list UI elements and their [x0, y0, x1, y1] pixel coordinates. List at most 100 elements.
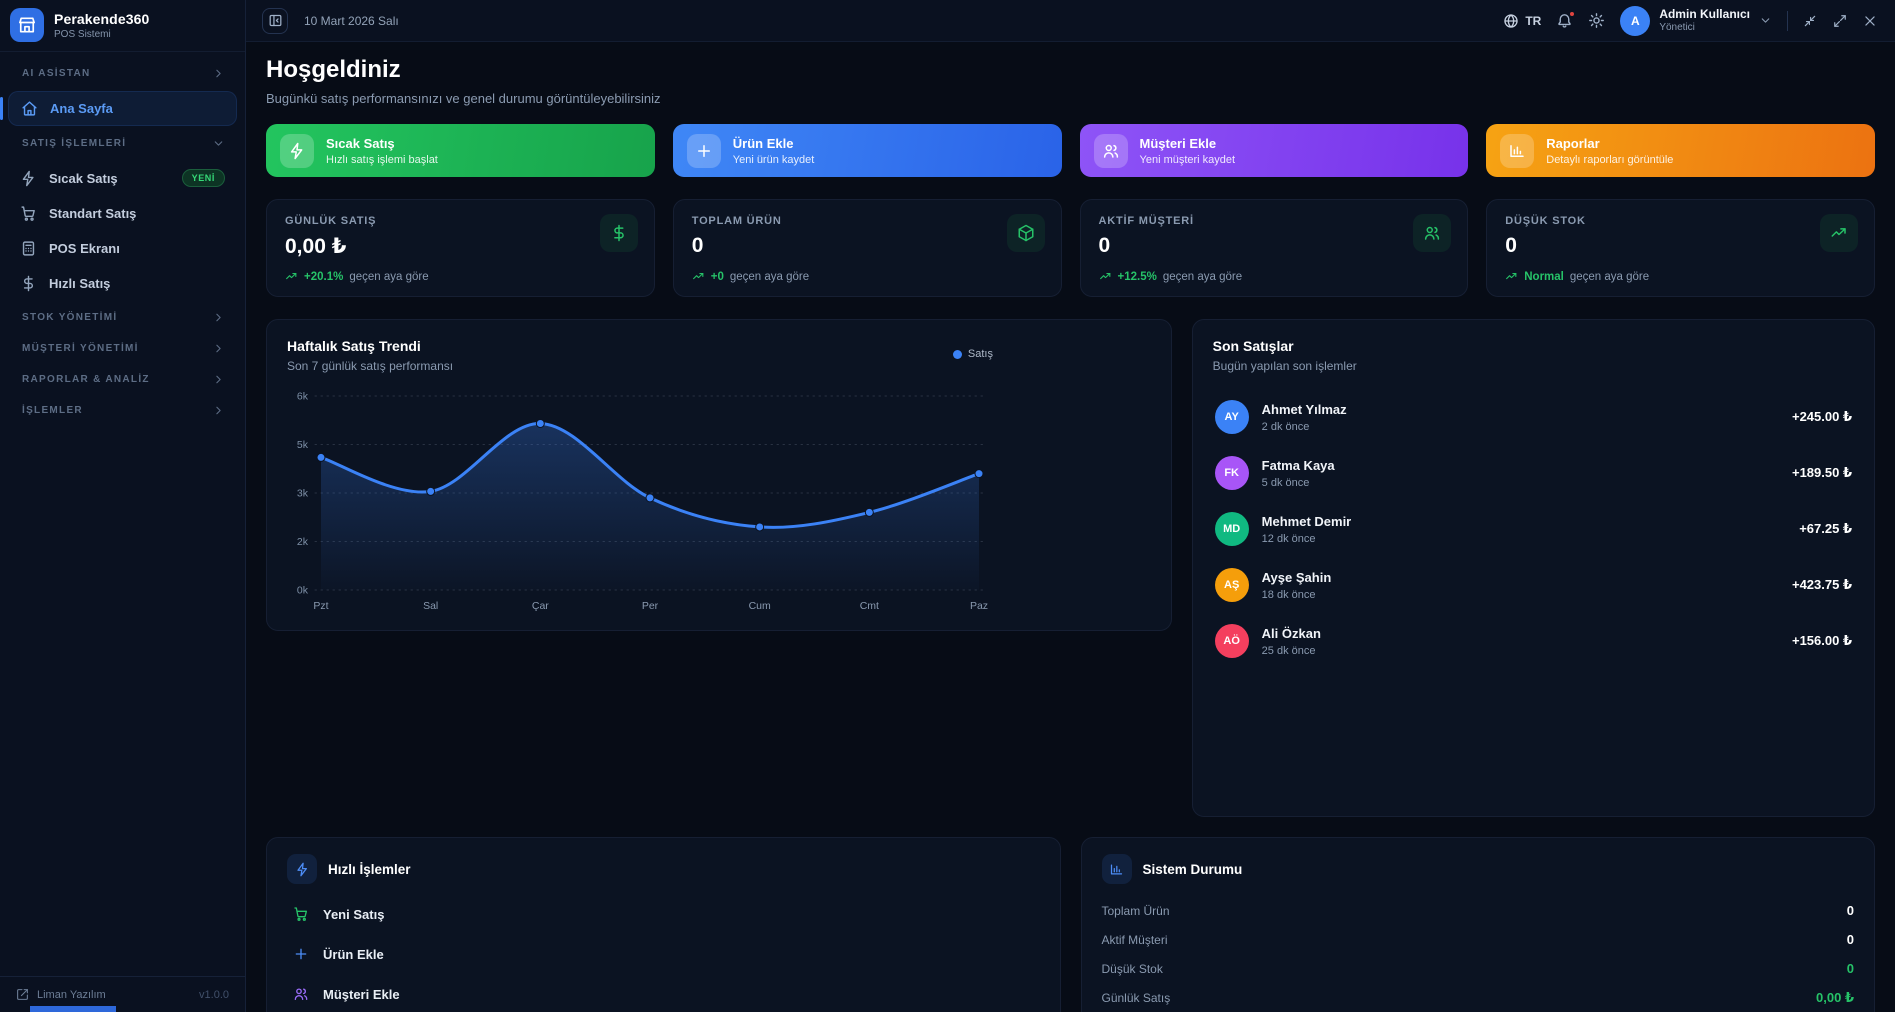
customer-name: Mehmet Demir	[1261, 513, 1352, 529]
chevron-down-icon	[1761, 18, 1770, 23]
status-label: Günlük Satış	[1101, 991, 1171, 1005]
users-icon	[1093, 133, 1128, 168]
sidebar-item-standart-satis[interactable]: Standart Satış	[8, 197, 237, 230]
notifications-button[interactable]	[1556, 10, 1577, 29]
stat-label: TOPLAM ÜRÜN	[691, 215, 782, 227]
action-card-raporlar[interactable]: Raporlar Detaylı raporları görüntüle	[1486, 124, 1875, 177]
quick-item-label: Yeni Satış	[323, 906, 385, 922]
sidebar-item-label: Ana Sayfa	[50, 101, 113, 116]
sale-item[interactable]: FK Fatma Kaya 5 dk önce +189.50 ₺	[1213, 445, 1854, 501]
svg-text:5k: 5k	[297, 439, 309, 451]
avatar: MD	[1214, 512, 1249, 546]
calculator-icon	[22, 241, 35, 256]
delta-note: geçen aya göre	[1162, 270, 1243, 283]
language-switcher[interactable]: TR	[1503, 13, 1541, 29]
page-subtitle: Bugünkü satış performansınızı ve genel d…	[266, 91, 661, 106]
stat-delta: +20.1% geçen aya göre	[285, 270, 429, 283]
sidebar-section-stok-yonetimi[interactable]: STOK YÖNETİMİ	[0, 302, 245, 333]
chevron-right-icon	[216, 313, 221, 322]
action-title: Müşteri Ekle	[1139, 135, 1217, 151]
customer-name: Ali Özkan	[1261, 625, 1321, 641]
dashboard-content: Hoşgeldiniz Bugünkü satış performansınız…	[246, 42, 1895, 1012]
delta-note: geçen aya göre	[729, 270, 810, 283]
theme-toggle-button[interactable]	[1588, 12, 1605, 29]
action-card-musteri-ekle[interactable]: Müşteri Ekle Yeni müşteri kaydet	[1079, 124, 1469, 177]
delta-value: +0	[710, 270, 724, 283]
arrows-in-icon	[1804, 15, 1816, 26]
app-logo: Perakende360 POS Sistemi	[0, 0, 245, 52]
sidebar-item-home[interactable]: Ana Sayfa	[0, 91, 237, 126]
sidebar-section-musteri-yonetimi[interactable]: MÜŞTERİ YÖNETİMİ	[0, 333, 245, 364]
chart-legend[interactable]: Satış	[952, 348, 993, 360]
status-label: Aktif Müşteri	[1101, 932, 1168, 947]
sidebar-item-hizli-satis[interactable]: Hızlı Satış	[8, 267, 237, 300]
external-link-icon	[17, 989, 28, 1000]
sidebar-item-sicak-satis[interactable]: Sıcak Satış YENİ	[8, 161, 237, 195]
svg-text:Pzt: Pzt	[313, 600, 328, 612]
svg-text:Cmt: Cmt	[860, 600, 879, 612]
chart-title: Haftalık Satış Trendi	[287, 338, 421, 354]
bottom-row: Hızlı İşlemler Yeni Satış Ürün Ekle Müşt…	[266, 837, 1875, 1012]
window-restore-button[interactable]	[1803, 14, 1817, 28]
sale-item[interactable]: AÖ Ali Özkan 25 dk önce +156.00 ₺	[1213, 613, 1854, 669]
chevron-right-icon	[216, 406, 221, 415]
sidebar-nav: AI ASİSTAN Ana Sayfa SATIŞ İŞLEMLERİ Sıc…	[0, 52, 245, 426]
window-close-button[interactable]	[1863, 14, 1877, 28]
sidebar-item-label: POS Ekranı	[49, 241, 120, 256]
window-maximize-button[interactable]	[1833, 14, 1847, 28]
quick-item-label: Müşteri Ekle	[323, 986, 400, 1002]
zap-icon	[287, 854, 317, 884]
sidebar-section-raporlar-analiz[interactable]: RAPORLAR & ANALİZ	[0, 364, 245, 395]
app-version: v1.0.0	[199, 988, 229, 1001]
sidebar-section-islemler[interactable]: İŞLEMLER	[0, 395, 245, 426]
bar-chart-icon	[1500, 133, 1535, 168]
quick-item-musteri-ekle[interactable]: Müşteri Ekle	[287, 974, 1040, 1012]
sidebar-item-pos-ekrani[interactable]: POS Ekranı	[8, 232, 237, 265]
language-label: TR	[1525, 13, 1542, 28]
status-value: 0	[1846, 961, 1854, 976]
status-value: 0	[1846, 903, 1854, 918]
avatar: FK	[1214, 456, 1249, 490]
avatar: A	[1620, 5, 1651, 36]
action-card-urun-ekle[interactable]: Ürün Ekle Yeni ürün kaydet	[672, 124, 1062, 177]
user-name: Admin Kullanıcı	[1659, 7, 1750, 22]
vendor-link[interactable]: Liman Yazılım	[16, 988, 106, 1001]
notification-dot	[1568, 10, 1577, 18]
main-area: 10 Mart 2026 Salı TR A Admin Kullanıcı Y…	[246, 0, 1895, 1012]
avatar: AÖ	[1214, 624, 1249, 658]
status-row-gunluk-satis: Günlük Satış 0,00 ₺	[1102, 983, 1855, 1012]
quick-operations-card: Hızlı İşlemler Yeni Satış Ürün Ekle Müşt…	[266, 837, 1061, 1012]
stat-value: 0	[691, 234, 704, 257]
sale-item[interactable]: AŞ Ayşe Şahin 18 dk önce +423.75 ₺	[1213, 557, 1854, 613]
action-card-sicak-satis[interactable]: Sıcak Satış Hızlı satış işlemi başlat	[266, 124, 655, 177]
quick-operations-title: Hızlı İşlemler	[328, 861, 411, 877]
quick-action-cards: Sıcak Satış Hızlı satış işlemi başlat Ür…	[266, 124, 1875, 177]
arrows-out-icon	[1834, 14, 1846, 27]
system-status-card: Sistem Durumu Toplam Ürün 0 Aktif Müşter…	[1080, 837, 1875, 1012]
sale-item[interactable]: AY Ahmet Yılmaz 2 dk önce +245.00 ₺	[1213, 389, 1854, 445]
svg-text:Sal: Sal	[423, 600, 438, 612]
sidebar: Perakende360 POS Sistemi AI ASİSTAN Ana …	[0, 0, 246, 1012]
sidebar-section-ai-asistan[interactable]: AI ASİSTAN	[0, 58, 245, 89]
sale-item[interactable]: MD Mehmet Demir 12 dk önce +67.25 ₺	[1213, 501, 1854, 557]
quick-item-yeni-satis[interactable]: Yeni Satış	[287, 894, 1040, 934]
plus-icon	[295, 948, 307, 960]
sidebar-item-label: Sıcak Satış	[49, 170, 118, 186]
action-title: Sıcak Satış	[326, 135, 395, 151]
section-label: İŞLEMLER	[22, 405, 83, 416]
stat-card-toplam-urun: TOPLAM ÜRÜN 0 +0 geçen aya göre	[672, 199, 1062, 297]
stat-card-dusuk-stok: DÜŞÜK STOK 0 Normal geçen aya göre	[1486, 199, 1875, 297]
topbar-actions: TR A Admin Kullanıcı Yönetici	[1503, 5, 1877, 36]
system-status-list: Toplam Ürün 0 Aktif Müşteri 0 Düşük Stok…	[1102, 896, 1855, 1012]
trending-up-icon	[286, 272, 297, 280]
sidebar-section-satis-islemleri[interactable]: SATIŞ İŞLEMLERİ	[0, 128, 245, 159]
sidebar-collapse-button[interactable]	[262, 7, 288, 34]
svg-text:Per: Per	[642, 600, 659, 612]
sale-amount: +189.50 ₺	[1791, 465, 1852, 480]
legend-dot	[952, 349, 962, 359]
action-title: Raporlar	[1546, 135, 1600, 151]
status-row-toplam-urun: Toplam Ürün 0	[1102, 896, 1855, 925]
quick-item-urun-ekle[interactable]: Ürün Ekle	[287, 934, 1040, 974]
user-menu[interactable]: A Admin Kullanıcı Yönetici	[1620, 5, 1772, 36]
stat-cards: GÜNLÜK SATIŞ 0,00 ₺ +20.1% geçen aya gör…	[266, 199, 1875, 297]
